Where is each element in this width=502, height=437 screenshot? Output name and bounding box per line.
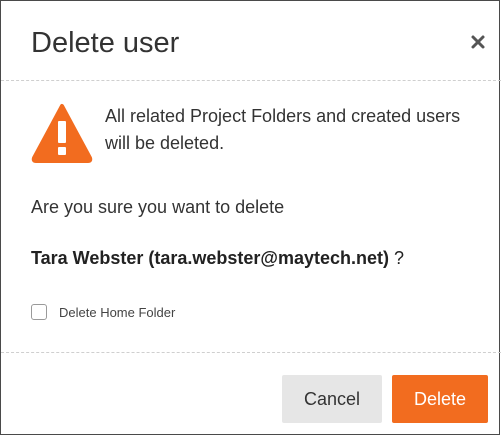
delete-user-dialog: Delete user All related Project Folders … [0, 0, 501, 436]
warning-icon [31, 103, 93, 163]
dialog-body: All related Project Folders and created … [1, 81, 501, 353]
cancel-button[interactable]: Cancel [282, 375, 382, 423]
dialog-title: Delete user [31, 27, 180, 59]
confirm-question: Are you sure you want to delete [31, 197, 285, 217]
warning-message: All related Project Folders and created … [31, 103, 491, 165]
dialog-footer: Cancel Delete [1, 353, 501, 436]
warning-text: All related Project Folders and created … [105, 106, 461, 153]
delete-home-folder-label: Delete Home Folder [59, 304, 176, 320]
dialog-header: Delete user [1, 1, 501, 81]
target-user-line: Tara Webster (tara.webster@maytech.net) … [31, 248, 404, 269]
delete-home-folder-checkbox[interactable] [31, 304, 47, 320]
delete-home-folder-option[interactable]: Delete Home Folder [31, 302, 175, 322]
target-user-name: Tara Webster (tara.webster@maytech.net) [31, 248, 390, 268]
question-mark: ? [394, 248, 405, 268]
delete-button[interactable]: Delete [392, 375, 488, 423]
close-icon[interactable] [467, 31, 489, 53]
